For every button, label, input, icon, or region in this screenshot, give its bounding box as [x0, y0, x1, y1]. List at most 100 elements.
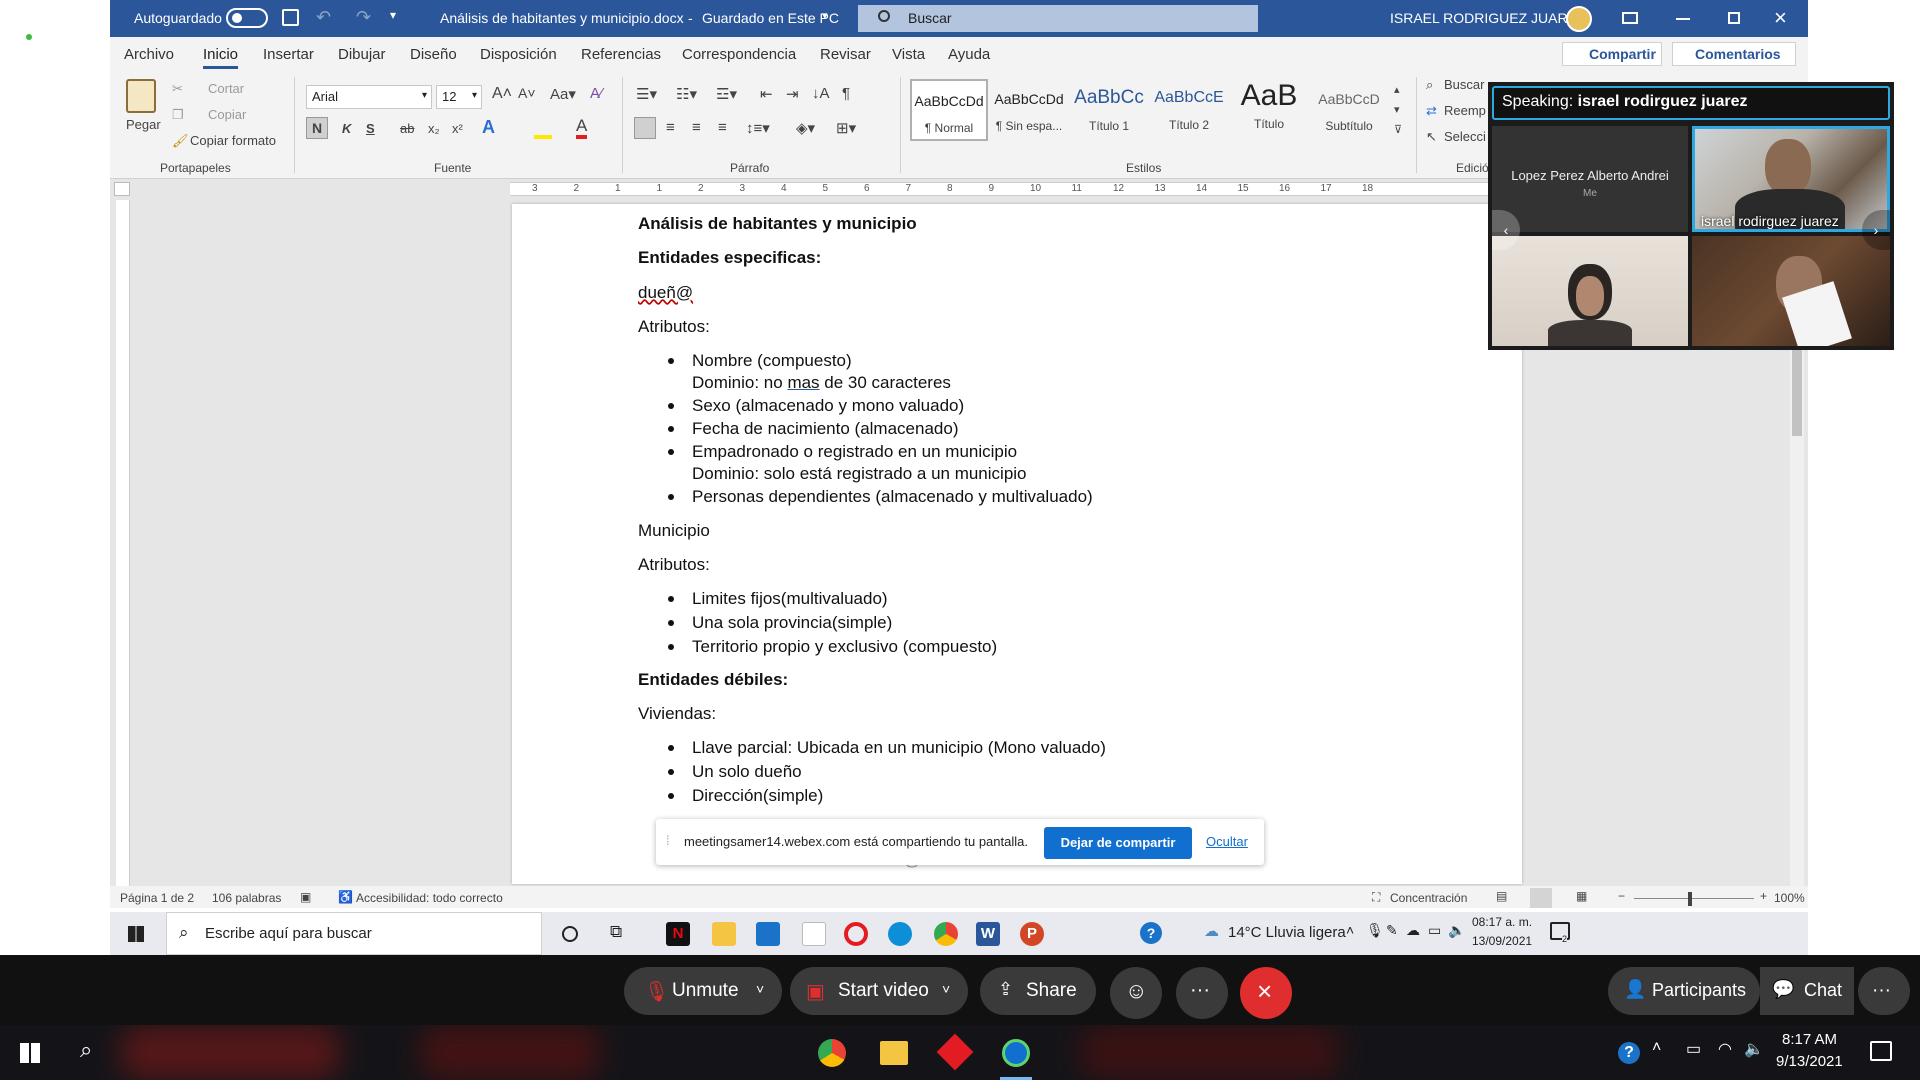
weather-text[interactable]: 14°C Lluvia ligera [1228, 924, 1346, 941]
doc-entity-municipio[interactable]: Municipio [638, 521, 710, 541]
zoom-slider-thumb[interactable] [1688, 892, 1692, 906]
style-normal[interactable]: AaBbCcDd ¶ Normal [910, 79, 988, 141]
copy-icon[interactable]: ❐ [172, 107, 184, 123]
save-status[interactable]: Guardado en Este PC [702, 10, 839, 26]
file-explorer-icon[interactable] [712, 922, 736, 946]
scrollbar-thumb[interactable] [1792, 340, 1802, 436]
list-item[interactable]: Territorio propio y exclusivo (compuesto… [668, 637, 997, 657]
pilcrow-icon[interactable]: ¶ [842, 85, 850, 102]
zoom-in-icon[interactable]: + [1760, 889, 1767, 903]
unmute-button[interactable]: 🎙 Unmute ˅ [624, 967, 782, 1015]
vertical-ruler[interactable] [116, 200, 130, 890]
cut-icon[interactable]: ✂ [172, 81, 183, 97]
font-color-icon[interactable]: A [576, 117, 588, 139]
ribbon-display-icon[interactable] [1622, 12, 1638, 24]
list-item[interactable]: Nombre (compuesto) [668, 351, 852, 371]
cortana-icon[interactable] [562, 926, 578, 942]
style-subtitle[interactable]: AaBbCcD Subtítulo [1310, 79, 1388, 141]
decrease-indent-icon[interactable]: ⇤ [760, 85, 773, 103]
doc-entity-owner[interactable]: dueñ@ [638, 283, 693, 303]
restore-icon[interactable] [1728, 12, 1740, 24]
menu-ayuda[interactable]: Ayuda [948, 46, 990, 63]
chevron-up-icon[interactable]: ˄ [1652, 1039, 1661, 1057]
find-button[interactable]: Buscar [1444, 77, 1484, 92]
align-center-icon[interactable]: ≡ [666, 119, 675, 136]
styles-scroll-down-icon[interactable]: ▾ [1394, 103, 1400, 116]
save-icon[interactable] [282, 9, 299, 26]
tab-selector-icon[interactable] [114, 182, 130, 196]
strikethrough-icon[interactable]: ab [400, 121, 414, 136]
zoom-level[interactable]: 100% [1774, 891, 1805, 905]
list-item[interactable]: Fecha de nacimiento (almacenado) [668, 419, 958, 439]
search-icon[interactable]: ⌕ [80, 1037, 92, 1063]
style-heading-1[interactable]: AaBbCc Título 1 [1070, 79, 1148, 141]
powerpoint-icon[interactable]: P [1020, 922, 1044, 946]
paste-button[interactable]: Pegar [126, 117, 161, 132]
battery-icon[interactable]: ▭ [1428, 922, 1441, 939]
accessibility-icon[interactable]: ♿ [338, 890, 353, 904]
style-no-spacing[interactable]: AaBbCcDd ¶ Sin espa... [990, 79, 1068, 141]
participant-tile-self[interactable]: Lopez Perez Alberto Andrei Me [1492, 126, 1688, 232]
list-item[interactable]: Un solo dueño [668, 762, 802, 782]
share-button[interactable]: ⇪ Share [980, 967, 1096, 1015]
stop-sharing-button[interactable]: Dejar de compartir [1044, 827, 1192, 859]
menu-dibujar[interactable]: Dibujar [338, 46, 386, 63]
sort-icon[interactable]: ↓A [812, 85, 830, 102]
web-layout-icon[interactable]: ▦ [1576, 889, 1587, 903]
reactions-button[interactable]: ☺ [1110, 967, 1162, 1019]
bold-button[interactable]: N [306, 117, 328, 139]
notifications-icon[interactable] [1870, 1041, 1892, 1061]
borders-icon[interactable]: ⊞▾ [836, 119, 856, 137]
grow-font-icon[interactable]: A˄ [492, 85, 512, 103]
menu-revisar[interactable]: Revisar [820, 46, 871, 63]
justify-icon[interactable]: ≡ [718, 119, 727, 136]
minimize-icon[interactable] [1676, 18, 1690, 20]
netflix-icon[interactable]: N [666, 922, 690, 946]
participant-tile[interactable] [1692, 236, 1890, 346]
align-left-icon[interactable] [634, 117, 656, 139]
clear-format-icon[interactable]: A⁄ [590, 85, 603, 102]
participants-button[interactable]: 👤 Participants [1608, 967, 1760, 1015]
numbering-icon[interactable]: ☷▾ [676, 85, 697, 103]
focus-mode[interactable]: Concentración [1390, 891, 1467, 905]
list-item[interactable]: Dirección(simple) [668, 786, 823, 806]
font-size-select[interactable]: 12 ▾ [436, 85, 482, 109]
list-item[interactable]: Personas dependientes (almacenado y mult… [668, 487, 1093, 507]
windows-start-icon[interactable] [128, 926, 144, 942]
menu-archivo[interactable]: Archivo [124, 46, 174, 63]
zoom-slider[interactable] [1634, 898, 1754, 899]
document-icon[interactable] [802, 922, 826, 946]
cut-button[interactable]: Cortar [208, 81, 244, 96]
list-item[interactable]: Una sola provincia(simple) [668, 613, 892, 633]
more-options-button[interactable]: ··· [1176, 967, 1228, 1019]
superscript-icon[interactable]: x² [452, 121, 463, 136]
volume-icon[interactable]: 🔈 [1744, 1039, 1764, 1059]
chevron-up-icon[interactable]: ˄ [1346, 922, 1354, 938]
pen-icon[interactable]: ✎ [1386, 922, 1398, 939]
hide-button[interactable]: Ocultar [1206, 834, 1248, 849]
replace-icon[interactable]: ⇄ [1426, 103, 1437, 119]
search-box[interactable]: Buscar [858, 5, 1258, 32]
menu-referencias[interactable]: Referencias [581, 46, 661, 63]
styles-scroll-up-icon[interactable]: ▴ [1394, 83, 1400, 96]
chevron-down-icon[interactable]: ▾ [822, 9, 828, 22]
help-icon[interactable]: ? [1618, 1042, 1640, 1064]
accessibility-status[interactable]: Accesibilidad: todo correcto [356, 891, 503, 905]
clock-date[interactable]: 13/09/2021 [1472, 934, 1532, 948]
doc-heading-specific[interactable]: Entidades especificas: [638, 248, 821, 268]
webex-icon[interactable] [1002, 1039, 1030, 1067]
weather-icon[interactable]: ☁ [1204, 922, 1219, 940]
menu-correspondencia[interactable]: Correspondencia [682, 46, 796, 63]
shading-icon[interactable]: ◈▾ [796, 119, 815, 137]
find-icon[interactable]: ⌕ [1426, 77, 1433, 93]
customize-toolbar-icon[interactable]: ▾ [390, 8, 396, 22]
line-spacing-icon[interactable]: ↕≡▾ [746, 119, 770, 137]
chat-button[interactable]: 💬 Chat [1760, 967, 1854, 1015]
clock-date[interactable]: 9/13/2021 [1776, 1053, 1843, 1070]
subscript-icon[interactable]: x₂ [428, 121, 440, 136]
copy-button[interactable]: Copiar [208, 107, 246, 122]
increase-indent-icon[interactable]: ⇥ [786, 85, 799, 103]
word-count[interactable]: 106 palabras [212, 891, 281, 905]
replace-button[interactable]: Reemp [1444, 103, 1486, 118]
doc-entity-viviendas[interactable]: Viviendas: [638, 704, 716, 724]
